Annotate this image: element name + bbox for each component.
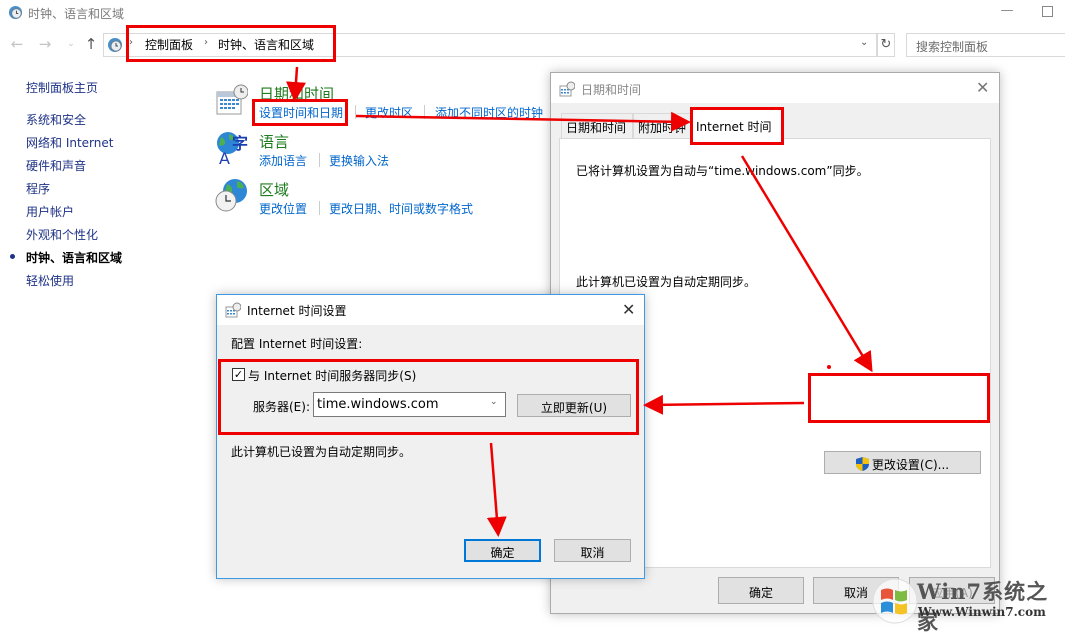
link-separator <box>319 153 320 167</box>
maximize-button[interactable] <box>1042 6 1053 17</box>
breadcrumb-separator: › <box>204 37 208 48</box>
back-button[interactable]: ← <box>8 35 26 53</box>
sidebar-home-link[interactable]: 控制面板主页 <box>26 79 98 96</box>
ok-button[interactable]: 确定 <box>464 539 541 562</box>
cancel-button[interactable]: 取消 <box>554 539 631 562</box>
svg-text:字: 字 <box>232 134 248 153</box>
tab-internet-time[interactable]: Internet 时间 <box>691 109 783 139</box>
link-change-location[interactable]: 更改位置 <box>259 200 307 217</box>
ok-button[interactable]: 确定 <box>718 577 804 604</box>
sidebar-item-system-security[interactable]: 系统和安全 <box>26 111 86 128</box>
breadcrumb-control-panel[interactable]: 控制面板 <box>145 36 193 53</box>
chevron-down-icon[interactable]: ⌄ <box>490 397 498 407</box>
svg-text:A: A <box>219 149 230 165</box>
calendar-clock-icon <box>216 84 248 115</box>
update-now-button[interactable]: 立即更新(U) <box>517 394 631 417</box>
change-settings-label: 更改设置(C)... <box>871 458 950 472</box>
auto-sync-text: 此计算机已设置为自动定期同步。 <box>576 275 757 289</box>
sidebar-item-appearance[interactable]: 外观和个性化 <box>26 226 98 243</box>
watermark-url: Www.Winwin7.com <box>918 605 1046 619</box>
navigation-bar: ← → ⌄ ↑ › 控制面板 › 时钟、语言和区域 ⌄ ↻ 搜索控制面板 <box>0 30 1065 60</box>
link-change-input-method[interactable]: 更换输入法 <box>329 152 389 169</box>
link-add-language[interactable]: 添加语言 <box>259 152 307 169</box>
sidebar-item-programs[interactable]: 程序 <box>26 180 50 197</box>
window-titlebar: 时钟、语言和区域 — <box>0 0 1065 26</box>
link-change-timezone[interactable]: 更改时区 <box>365 104 413 121</box>
watermark: Win7系统之家 Www.Winwin7.com <box>872 574 1065 634</box>
search-input[interactable]: 搜索控制面板 <box>906 33 1065 57</box>
calendar-clock-icon <box>225 302 241 318</box>
windows-logo-icon <box>872 578 918 624</box>
region-globe-clock-icon <box>215 179 247 212</box>
uac-shield-icon <box>855 457 869 471</box>
category-title-date-time[interactable]: 日期和时间 <box>259 83 334 104</box>
server-value: time.windows.com <box>317 397 439 412</box>
settings-heading: 配置 Internet 时间设置: <box>231 337 363 351</box>
close-button[interactable]: ✕ <box>976 80 989 96</box>
sync-status-text: 已将计算机设置为自动与“time.windows.com”同步。 <box>576 164 869 178</box>
calendar-clock-icon <box>559 81 575 97</box>
auto-sync-text: 此计算机已设置为自动定期同步。 <box>231 445 412 459</box>
window-title: 时钟、语言和区域 <box>28 7 125 21</box>
category-title-region[interactable]: 区域 <box>259 179 289 200</box>
forward-button[interactable]: → <box>36 35 54 53</box>
breadcrumb-separator: › <box>129 37 133 48</box>
refresh-button[interactable]: ↻ <box>877 33 895 57</box>
link-add-clocks[interactable]: 添加不同时区的时钟 <box>435 104 543 121</box>
sync-checkbox[interactable]: ✓ <box>232 368 245 381</box>
tab-additional-clocks[interactable]: 附加时钟 <box>633 113 691 138</box>
control-panel-icon <box>108 38 122 52</box>
minimize-button[interactable]: — <box>996 2 1018 22</box>
link-change-formats[interactable]: 更改日期、时间或数字格式 <box>329 200 473 217</box>
sidebar-item-user-accounts[interactable]: 用户帐户 <box>26 203 74 220</box>
sidebar-item-network[interactable]: 网络和 Internet <box>26 134 113 151</box>
dialog-title: Internet 时间设置 <box>247 304 347 318</box>
language-globe-icon: 字 A <box>217 132 248 165</box>
link-separator <box>319 201 320 215</box>
link-separator <box>424 105 425 119</box>
internet-time-settings-dialog: Internet 时间设置 ✕ 配置 Internet 时间设置: ✓ 与 In… <box>216 294 645 579</box>
category-title-language[interactable]: 语言 <box>259 131 289 152</box>
recent-locations-button[interactable]: ⌄ <box>62 35 80 53</box>
close-button[interactable]: ✕ <box>622 302 635 318</box>
link-set-time-date[interactable]: 设置时间和日期 <box>259 104 343 121</box>
tab-date-time[interactable]: 日期和时间 <box>561 113 633 138</box>
active-item-bullet <box>10 254 15 259</box>
sync-checkbox-label[interactable]: 与 Internet 时间服务器同步(S) <box>248 367 416 384</box>
link-separator <box>355 105 356 119</box>
server-combobox[interactable]: time.windows.com ⌄ <box>313 392 506 417</box>
clock-globe-icon <box>8 5 23 20</box>
sidebar-item-clock-language-region[interactable]: 时钟、语言和区域 <box>26 249 122 266</box>
dialog-title: 日期和时间 <box>581 83 642 97</box>
breadcrumb-clock-language-region[interactable]: 时钟、语言和区域 <box>218 36 314 53</box>
address-dropdown-button[interactable]: ⌄ <box>860 37 868 48</box>
change-settings-button[interactable]: 更改设置(C)... <box>824 451 981 474</box>
server-label: 服务器(E): <box>253 400 310 414</box>
up-button[interactable]: ↑ <box>82 35 100 53</box>
sidebar-item-ease-of-access[interactable]: 轻松使用 <box>26 272 74 289</box>
sidebar-item-hardware-sound[interactable]: 硬件和声音 <box>26 157 86 174</box>
